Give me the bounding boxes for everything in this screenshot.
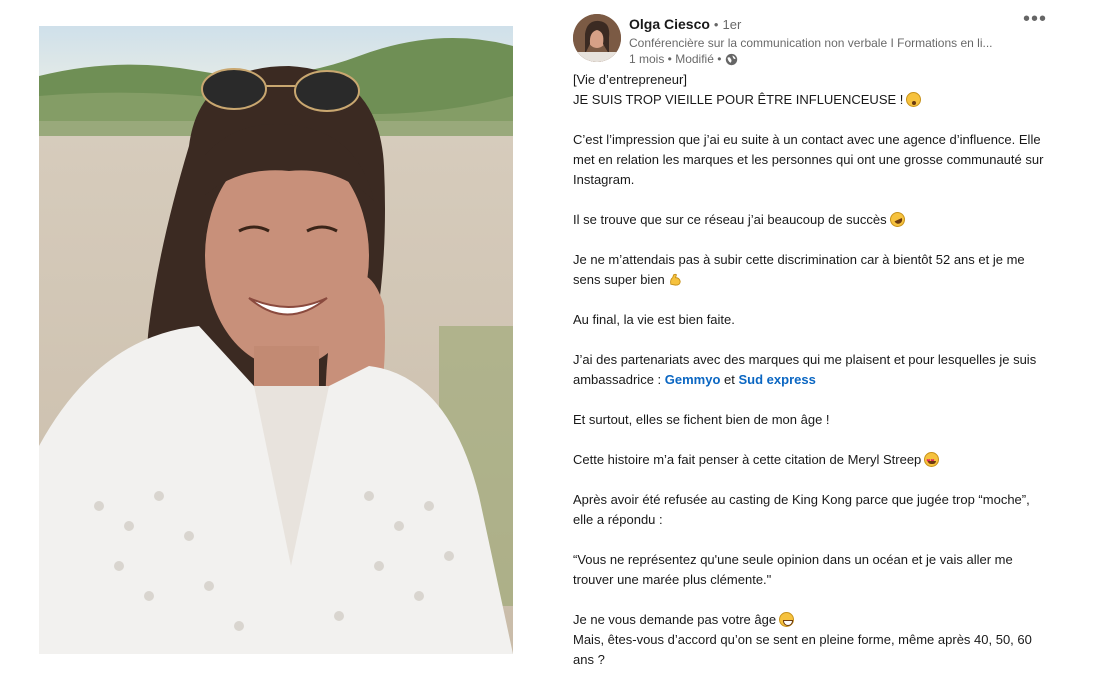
connection-degree: 1er [722,16,742,32]
author-headline: Conférencière sur la communication non v… [629,36,993,50]
hushed-face-icon [906,92,922,107]
post-paragraph-text: et [724,372,735,387]
grinning-sweat-icon [779,612,795,627]
post-paragraph: “Vous ne représentez qu'une seule opinio… [573,552,1013,587]
post-paragraph: Mais, êtes-vous d’accord qu’on se sent e… [573,632,1032,667]
author-name[interactable]: Olga Ciesco [629,16,710,32]
separator: • [713,16,719,32]
post-paragraph: Au final, la vie est bien faite. [573,312,735,327]
post-paragraph: Je ne vous demande pas votre âge [573,610,1048,630]
post-body: [Vie d’entrepreneur] JE SUIS TROP VIEILL… [573,70,1048,670]
rolling-laughing-icon [887,209,908,230]
post-paragraph: Et surtout, elles se fichent bien de mon… [573,412,830,427]
post-paragraph: Il se trouve que sur ce réseau j’ai beau… [573,209,1048,230]
flexed-biceps-icon [669,273,681,286]
post-paragraph-text: Cette histoire m’a fait penser à cette c… [573,452,922,467]
more-options-button[interactable]: ••• [1023,12,1047,32]
post-paragraph-text: Je ne vous demande pas votre âge [573,612,777,627]
post-paragraph: C’est l’impression que j’ai eu suite à u… [573,132,1044,187]
post-photo[interactable] [39,26,513,654]
more-options-icon: ••• [1023,12,1048,30]
post-paragraph: Cette histoire m’a fait penser à cette c… [573,450,1048,472]
author-line: Olga Ciesco • 1er [629,16,741,32]
portrait-image [39,26,513,654]
post-paragraph: [Vie d’entrepreneur] [573,72,687,87]
post-paragraph: Après avoir été refusée au casting de Ki… [573,492,1030,527]
post-paragraph-text: Il se trouve que sur ce réseau j’ai beau… [573,212,887,227]
post-paragraph: Je ne m’attendais pas à subir cette disc… [573,250,1048,290]
avatar[interactable] [573,14,621,62]
post-paragraph: JE SUIS TROP VIEILLE POUR ÊTRE INFLUENCE… [573,90,1048,110]
post-paragraph-text: JE SUIS TROP VIEILLE POUR ÊTRE INFLUENCE… [573,92,904,107]
mention-link-sud-express[interactable]: Sud express [739,372,816,387]
mention-link-gemmyo[interactable]: Gemmyo [665,372,721,387]
avatar-image [573,14,621,62]
post-paragraph: J’ai des partenariats avec des marques q… [573,350,1048,390]
post-header: Olga Ciesco • 1er Conférencière sur la c… [573,12,1073,70]
star-struck-icon [924,452,940,472]
post-paragraph-text: Je ne m’attendais pas à subir cette disc… [573,252,1025,287]
post-time: 1 mois • Modifié • [629,52,722,66]
globe-icon [726,53,738,65]
post-meta: 1 mois • Modifié • [629,52,738,66]
post-panel: Olga Ciesco • 1er Conférencière sur la c… [573,12,1073,700]
